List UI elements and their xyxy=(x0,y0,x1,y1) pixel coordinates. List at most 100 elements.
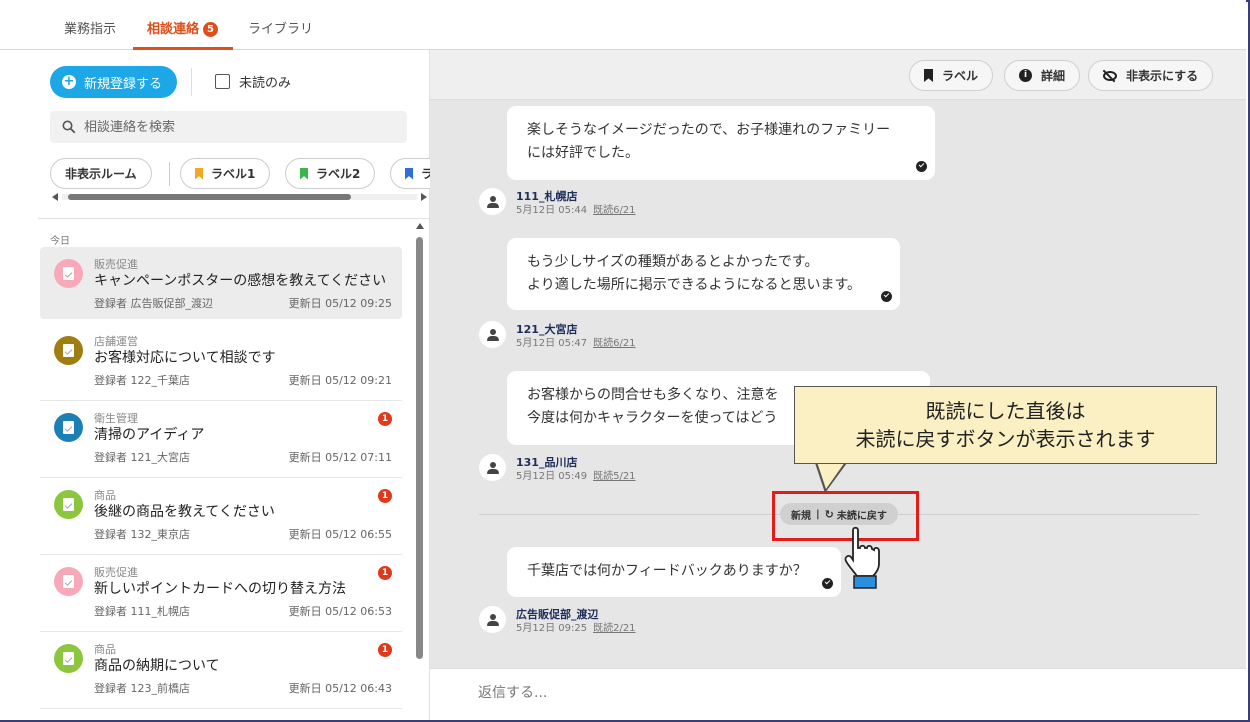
read-count-link[interactable]: 既読5/21 xyxy=(593,471,635,482)
conversation-toolbar: ラベル i 詳細 非表示にする xyxy=(430,50,1246,100)
section-label-today: 今日 xyxy=(50,236,70,247)
label-button[interactable]: ラベル xyxy=(909,60,994,91)
read-check-icon xyxy=(881,291,892,302)
list-item[interactable]: 商品 後継の商品を教えてください 登録者 132_東京店 更新日 05/12 0… xyxy=(40,478,402,555)
person-icon xyxy=(486,613,499,626)
read-count-link[interactable]: 既読2/21 xyxy=(593,623,635,634)
label1-chip[interactable]: ラベル1 xyxy=(180,158,271,189)
search-input[interactable] xyxy=(84,119,384,135)
hide-button[interactable]: 非表示にする xyxy=(1088,60,1214,91)
checkbox-box[interactable] xyxy=(215,74,230,89)
hidden-rooms-chip[interactable]: 非表示ルーム xyxy=(50,158,152,189)
message-bubble: もう少しサイズの種類があるとよかったです。 より適した場所に掲示できるようになる… xyxy=(507,238,900,310)
message-time: 5月12日 05:49 xyxy=(516,471,588,482)
message-time: 5月12日 05:47 xyxy=(516,338,588,349)
chips-scrollbar[interactable] xyxy=(50,193,427,201)
info-icon: i xyxy=(1019,69,1032,82)
unread-badge: 1 xyxy=(378,566,392,580)
label3-chip-text: ラ xyxy=(421,167,430,181)
message-meta: 5月12日 05:47 既読6/21 xyxy=(516,334,636,349)
item-registrant: 登録者 111_札幌店 xyxy=(94,605,190,618)
unread-only-label: 未読のみ xyxy=(239,76,292,91)
callout-line: 既読にした直後は xyxy=(925,399,1086,423)
label1-chip-text: ラベル1 xyxy=(211,167,256,181)
document-icon xyxy=(54,336,83,365)
bookmark-icon xyxy=(405,167,413,180)
message-line: には好評でした。 xyxy=(527,145,639,161)
message-bubble: 楽しそうなイメージだったので、お子様連れのファミリー には好評でした。 xyxy=(507,106,935,180)
scroll-up-arrow-icon[interactable] xyxy=(416,223,424,229)
item-updated: 更新日 05/12 09:21 xyxy=(288,374,392,387)
person-icon xyxy=(486,328,499,341)
read-count-link[interactable]: 既読6/21 xyxy=(593,338,635,349)
pointing-hand-icon xyxy=(844,526,880,589)
list-item[interactable]: 販売促進 新しいポイントカードへの切り替え方法 登録者 111_札幌店 更新日 … xyxy=(40,555,402,632)
scroll-left-arrow-icon[interactable] xyxy=(52,193,58,201)
reply-input[interactable] xyxy=(478,685,1178,701)
avatar xyxy=(479,454,506,481)
item-title: キャンペーンポスターの感想を教えてください xyxy=(94,273,387,289)
list-item[interactable]: 販売促進 キャンペーンポスターの感想を教えてください 登録者 広告販促部_渡辺 … xyxy=(40,247,402,319)
label2-chip-text: ラベル2 xyxy=(316,167,361,181)
sidebar: + 新規登録する 未読のみ 非表示ルーム ラベル1 ラベル2 ラ 今日 販売促進… xyxy=(0,50,430,720)
list-item[interactable]: 店舗運営 お客様対応について相談です 登録者 122_千葉店 更新日 05/12… xyxy=(40,324,402,401)
avatar xyxy=(479,188,506,215)
search-icon xyxy=(62,120,76,134)
hidden-rooms-label: 非表示ルーム xyxy=(65,167,137,181)
tab-instructions[interactable]: 業務指示 xyxy=(64,18,116,37)
message-time: 5月12日 05:44 xyxy=(516,205,588,216)
divider xyxy=(191,68,192,96)
item-title: 商品の納期について xyxy=(94,658,220,674)
unread-badge: 1 xyxy=(378,412,392,426)
read-check-icon xyxy=(916,161,927,172)
callout-line: 未読に戻すボタンが表示されます xyxy=(855,427,1156,451)
unread-badge: 1 xyxy=(378,489,392,503)
person-icon xyxy=(486,195,499,208)
new-registration-button[interactable]: + 新規登録する xyxy=(50,66,177,98)
consultation-list: 販売促進 キャンペーンポスターの感想を教えてください 登録者 広告販促部_渡辺 … xyxy=(40,247,402,709)
item-registrant: 登録者 122_千葉店 xyxy=(94,374,190,387)
message-line: より適した場所に掲示できるようになると思います。 xyxy=(527,277,862,293)
scroll-right-arrow-icon[interactable] xyxy=(421,193,427,201)
message-line: もう少しサイズの種類があるとよかったです。 xyxy=(527,254,819,270)
list-item[interactable]: 衛生管理 清掃のアイディア 登録者 121_大宮店 更新日 05/12 07:1… xyxy=(40,401,402,478)
message-bubble: 千葉店では何かフィードバックありますか？ xyxy=(507,547,841,597)
conversation-panel: ラベル i 詳細 非表示にする 楽しそうなイメージだったので、お子様連れのファミ… xyxy=(430,50,1246,720)
item-registrant: 登録者 132_東京店 xyxy=(94,528,190,541)
callout-tail-fill xyxy=(817,462,845,489)
label-button-text: ラベル xyxy=(942,69,979,83)
chip-divider xyxy=(169,162,170,186)
detail-button-text: 詳細 xyxy=(1041,69,1066,83)
unread-only-checkbox[interactable]: 未読のみ xyxy=(215,72,291,91)
scrollbar-thumb[interactable] xyxy=(416,237,423,659)
item-updated: 更新日 05/12 06:53 xyxy=(288,605,392,618)
list-scrollbar[interactable] xyxy=(413,223,425,720)
label2-chip[interactable]: ラベル2 xyxy=(285,158,376,189)
message-time: 5月12日 09:25 xyxy=(516,623,588,634)
person-icon xyxy=(486,461,499,474)
plus-icon: + xyxy=(62,74,76,89)
label3-chip[interactable]: ラ xyxy=(390,158,430,189)
tab-consultation-label: 相談連絡 xyxy=(147,22,200,37)
bookmark-icon xyxy=(300,167,308,180)
divider xyxy=(38,218,430,219)
list-item[interactable]: 商品 商品の納期について 登録者 123_前橋店 更新日 05/12 06:43… xyxy=(40,632,402,709)
item-registrant: 登録者 121_大宮店 xyxy=(94,451,190,464)
item-title: 清掃のアイディア xyxy=(94,427,205,443)
item-registrant: 登録者 広告販促部_渡辺 xyxy=(94,297,213,310)
message-meta: 5月12日 05:44 既読6/21 xyxy=(516,201,636,216)
scrollbar-thumb[interactable] xyxy=(68,194,351,200)
unread-badge: 1 xyxy=(378,643,392,657)
item-title: 新しいポイントカードへの切り替え方法 xyxy=(94,581,346,597)
new-registration-label: 新規登録する xyxy=(84,76,163,92)
item-updated: 更新日 05/12 06:55 xyxy=(288,528,392,541)
eye-off-icon xyxy=(1103,70,1117,81)
message-meta: 5月12日 05:49 既読5/21 xyxy=(516,467,636,482)
detail-button[interactable]: i 詳細 xyxy=(1004,60,1081,91)
tab-library[interactable]: ライブラリ xyxy=(248,18,313,37)
top-tab-bar: 業務指示 相談連絡 5 ライブラリ xyxy=(0,0,1246,50)
bookmark-icon xyxy=(924,69,933,82)
item-updated: 更新日 05/12 06:43 xyxy=(288,682,392,695)
read-count-link[interactable]: 既読6/21 xyxy=(593,205,635,216)
tab-consultation[interactable]: 相談連絡 5 xyxy=(147,18,219,37)
